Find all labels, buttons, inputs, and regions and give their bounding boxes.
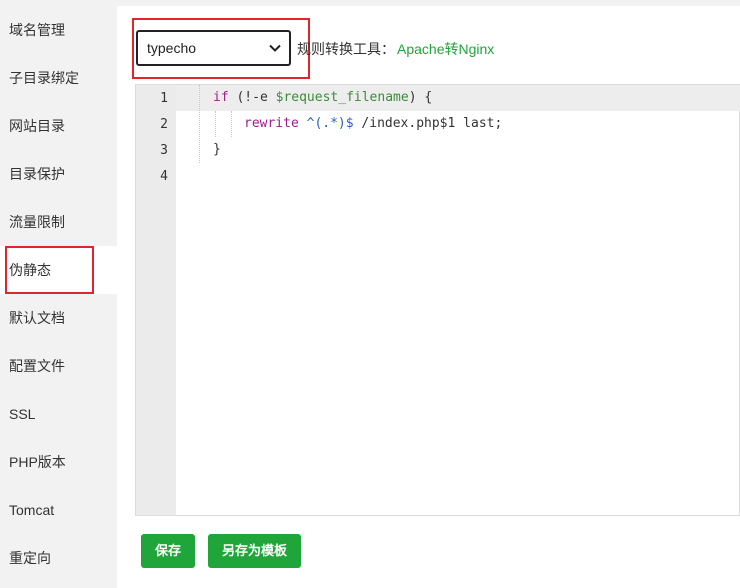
sidebar-item-subdir-binding[interactable]: 子目录绑定 bbox=[0, 54, 117, 102]
sidebar-item-dir-protect[interactable]: 目录保护 bbox=[0, 150, 117, 198]
line-number: 3 bbox=[160, 143, 168, 158]
code-text: (!-e bbox=[228, 90, 276, 105]
sidebar-item-config-file[interactable]: 配置文件 bbox=[0, 342, 117, 390]
code-editor[interactable]: 1 2 3 4 if (!-e $request_filename) { rew… bbox=[135, 84, 740, 516]
line-number: 1 bbox=[160, 91, 168, 106]
main-panel: typecho 规则转换工具： Apache转Nginx 1 2 3 4 if … bbox=[117, 0, 740, 588]
rewrite-template-select[interactable]: typecho bbox=[136, 30, 291, 66]
sidebar-item-php-version[interactable]: PHP版本 bbox=[0, 438, 117, 486]
chevron-down-icon bbox=[269, 44, 281, 52]
sidebar-item-domain[interactable]: 域名管理 bbox=[0, 6, 117, 54]
sidebar-item-ssl[interactable]: SSL bbox=[0, 390, 117, 438]
keyword-if: if bbox=[213, 90, 229, 105]
sidebar: 域名管理 子目录绑定 网站目录 目录保护 流量限制 伪静态 默认文档 配置文件 … bbox=[0, 0, 117, 588]
indent-guide bbox=[215, 111, 216, 137]
indent-guide bbox=[231, 111, 232, 137]
rule-convert-label: 规则转换工具： bbox=[297, 41, 395, 57]
line-number: 4 bbox=[160, 169, 168, 184]
variable-request-filename: $request_filename bbox=[275, 90, 409, 105]
save-button[interactable]: 保存 bbox=[141, 534, 196, 568]
code-text: ) { bbox=[408, 90, 433, 105]
indent-guide bbox=[199, 85, 200, 163]
code-line-3: } bbox=[213, 142, 221, 157]
directive-rewrite: rewrite bbox=[244, 116, 299, 131]
sidebar-item-default-doc[interactable]: 默认文档 bbox=[0, 294, 117, 342]
line-number-gutter: 1 2 3 4 bbox=[136, 85, 176, 515]
sidebar-item-rewrite[interactable]: 伪静态 bbox=[0, 246, 117, 294]
sidebar-item-site-dir[interactable]: 网站目录 bbox=[0, 102, 117, 150]
sidebar-item-redirect[interactable]: 重定向 bbox=[0, 534, 117, 582]
sidebar-item-traffic-limit[interactable]: 流量限制 bbox=[0, 198, 117, 246]
code-text: /index.php$1 last; bbox=[353, 116, 503, 131]
code-line-2: rewrite ^(.*)$ /index.php$1 last; bbox=[244, 111, 502, 137]
line-number: 2 bbox=[160, 117, 168, 132]
save-as-template-button[interactable]: 另存为模板 bbox=[208, 534, 302, 568]
apache-to-nginx-link[interactable]: Apache转Nginx bbox=[397, 39, 494, 59]
sidebar-item-tomcat[interactable]: Tomcat bbox=[0, 486, 117, 534]
top-divider bbox=[117, 0, 740, 6]
select-value: typecho bbox=[147, 40, 197, 56]
regex-pattern: ^(.*)$ bbox=[306, 116, 354, 131]
code-line-1: if (!-e $request_filename) { bbox=[213, 85, 432, 111]
